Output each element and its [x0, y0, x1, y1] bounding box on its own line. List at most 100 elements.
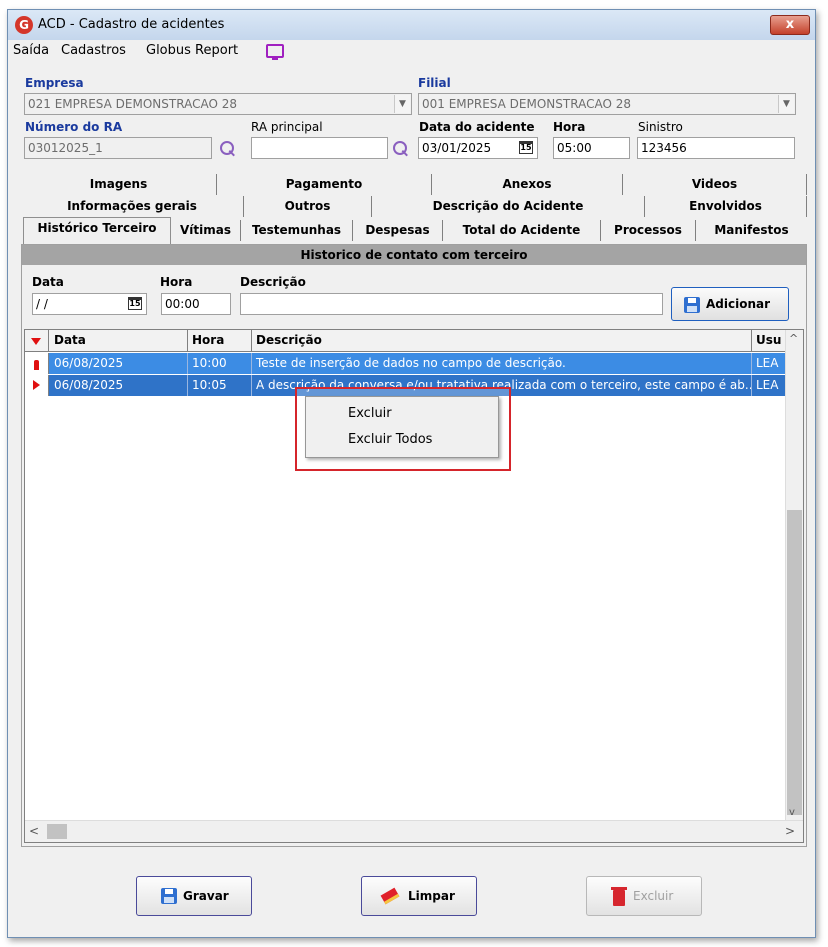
panel-header: Historico de contato com terceiro	[22, 245, 806, 265]
ra-principal-field[interactable]	[251, 137, 388, 159]
data-input[interactable]: / / 15	[32, 293, 147, 315]
tab-videos[interactable]: Videos	[623, 174, 807, 195]
empresa-select[interactable]: 021 EMPRESA DEMONSTRACAO 28 ▼	[24, 93, 412, 115]
scroll-right-icon[interactable]: >	[785, 824, 795, 838]
menu-saida[interactable]: Saída	[13, 43, 49, 58]
cell-usuario: LEA	[756, 378, 779, 392]
context-menu-excluir[interactable]: Excluir	[306, 401, 498, 427]
scroll-down-icon[interactable]: v	[789, 807, 795, 818]
tab-vitimas[interactable]: Vítimas	[171, 220, 241, 241]
cell-data: 06/08/2025	[50, 375, 188, 396]
sinistro-field[interactable]: 123456	[637, 137, 795, 159]
row-indicator	[25, 375, 49, 396]
horizontal-scroll-thumb[interactable]	[47, 824, 67, 839]
tab-historico-terceiro[interactable]: Histórico Terceiro	[23, 217, 171, 244]
horizontal-scrollbar[interactable]: < >	[25, 820, 803, 842]
window-title: ACD - Cadastro de acidentes	[38, 17, 225, 32]
adicionar-label: Adicionar	[706, 297, 771, 311]
hora-input[interactable]: 00:00	[161, 293, 231, 315]
trash-icon	[611, 887, 627, 906]
empresa-value: 021 EMPRESA DEMONSTRACAO 28	[28, 97, 237, 111]
close-button[interactable]: x	[770, 15, 810, 35]
sinistro-label: Sinistro	[638, 120, 683, 134]
cell-hora: 10:05	[188, 375, 252, 396]
col-header-usuario[interactable]: Usu	[752, 330, 787, 351]
save-icon	[684, 297, 700, 313]
tab-informacoes-gerais[interactable]: Informações gerais	[21, 196, 244, 217]
gravar-button[interactable]: Gravar	[136, 876, 252, 916]
sort-down-icon	[31, 338, 41, 345]
data-acidente-value: 03/01/2025	[422, 141, 492, 155]
row-indicator	[25, 353, 49, 374]
filial-label: Filial	[418, 76, 451, 90]
search-ra-principal-icon[interactable]	[393, 141, 409, 157]
eraser-icon	[380, 887, 400, 905]
data-label: Data	[32, 275, 64, 289]
limpar-button[interactable]: Limpar	[361, 876, 477, 916]
tab-envolvidos[interactable]: Envolvidos	[645, 196, 807, 217]
menu-cadastros[interactable]: Cadastros	[61, 43, 126, 58]
table-row[interactable]: 06/08/2025 10:00 Teste de inserção de da…	[25, 353, 803, 374]
data-input-value: / /	[36, 297, 48, 311]
tab-outros[interactable]: Outros	[244, 196, 372, 217]
vertical-scroll-thumb[interactable]	[787, 510, 802, 815]
tab-anexos[interactable]: Anexos	[432, 174, 623, 195]
save-icon	[161, 888, 177, 904]
descricao-label: Descrição	[240, 275, 306, 289]
tab-pagamento[interactable]: Pagamento	[217, 174, 432, 195]
search-ra-icon[interactable]	[220, 141, 236, 157]
title-bar[interactable]: G ACD - Cadastro de acidentes x	[8, 10, 815, 40]
excluir-button[interactable]: Excluir	[586, 876, 702, 916]
menu-bar: Saída Cadastros Globus Report	[8, 40, 815, 62]
col-header-hora[interactable]: Hora	[188, 330, 252, 351]
menu-globus-report[interactable]: Globus Report	[146, 43, 238, 58]
tab-total-acidente[interactable]: Total do Acidente	[443, 220, 601, 241]
tab-imagens[interactable]: Imagens	[21, 174, 217, 195]
monitor-icon[interactable]	[266, 44, 284, 60]
gravar-label: Gravar	[183, 889, 229, 903]
sort-indicator[interactable]	[25, 330, 49, 351]
col-header-descricao[interactable]: Descrição	[252, 330, 752, 351]
limpar-label: Limpar	[408, 889, 455, 903]
vertical-scrollbar[interactable]: ^ v	[785, 330, 803, 820]
numero-ra-label: Número do RA	[25, 120, 123, 134]
edit-marker-icon	[34, 360, 39, 370]
cell-usuario: LEA	[756, 356, 779, 370]
context-menu-excluir-todos[interactable]: Excluir Todos	[306, 427, 498, 453]
cell-descricao: Teste de inserção de dados no campo de d…	[252, 353, 752, 374]
calendar-icon[interactable]: 15	[519, 141, 533, 154]
data-acidente-label: Data do acidente	[419, 120, 535, 134]
tab-processos[interactable]: Processos	[601, 220, 696, 241]
grid-header: Data Hora Descrição Usu	[25, 330, 803, 352]
tab-descricao-acidente[interactable]: Descrição do Acidente	[372, 196, 645, 217]
hora-input-label: Hora	[160, 275, 193, 289]
context-menu-highlight: Excluir Excluir Todos	[295, 387, 511, 471]
tab-manifestos[interactable]: Manifestos	[696, 220, 807, 241]
hora-label: Hora	[553, 120, 586, 134]
ra-principal-label: RA principal	[251, 120, 323, 134]
context-menu: Excluir Excluir Todos	[305, 396, 499, 458]
tab-despesas[interactable]: Despesas	[353, 220, 443, 241]
data-acidente-field[interactable]: 03/01/2025 15	[418, 137, 538, 159]
tab-testemunhas[interactable]: Testemunhas	[241, 220, 353, 241]
filial-select[interactable]: 001 EMPRESA DEMONSTRACAO 28 ▼	[418, 93, 796, 115]
current-row-icon	[33, 380, 40, 390]
chevron-down-icon[interactable]: ▼	[394, 95, 410, 113]
adicionar-button[interactable]: Adicionar	[671, 287, 789, 321]
calendar-icon[interactable]: 15	[128, 297, 142, 310]
descricao-input[interactable]	[240, 293, 663, 315]
main-window: G ACD - Cadastro de acidentes x Saída Ca…	[7, 9, 816, 938]
hora-field[interactable]: 05:00	[553, 137, 630, 159]
cell-hora: 10:00	[188, 353, 252, 374]
scroll-left-icon[interactable]: <	[29, 824, 39, 838]
app-logo-icon: G	[15, 16, 33, 34]
numero-ra-field[interactable]: 03012025_1	[24, 137, 212, 159]
excluir-label: Excluir	[633, 889, 674, 903]
filial-value: 001 EMPRESA DEMONSTRACAO 28	[422, 97, 631, 111]
empresa-label: Empresa	[25, 76, 84, 90]
scroll-up-icon[interactable]: ^	[789, 332, 798, 345]
historico-panel: Historico de contato com terceiro Data /…	[21, 244, 807, 847]
cell-data: 06/08/2025	[50, 353, 188, 374]
col-header-data[interactable]: Data	[50, 330, 188, 351]
chevron-down-icon[interactable]: ▼	[778, 95, 794, 113]
